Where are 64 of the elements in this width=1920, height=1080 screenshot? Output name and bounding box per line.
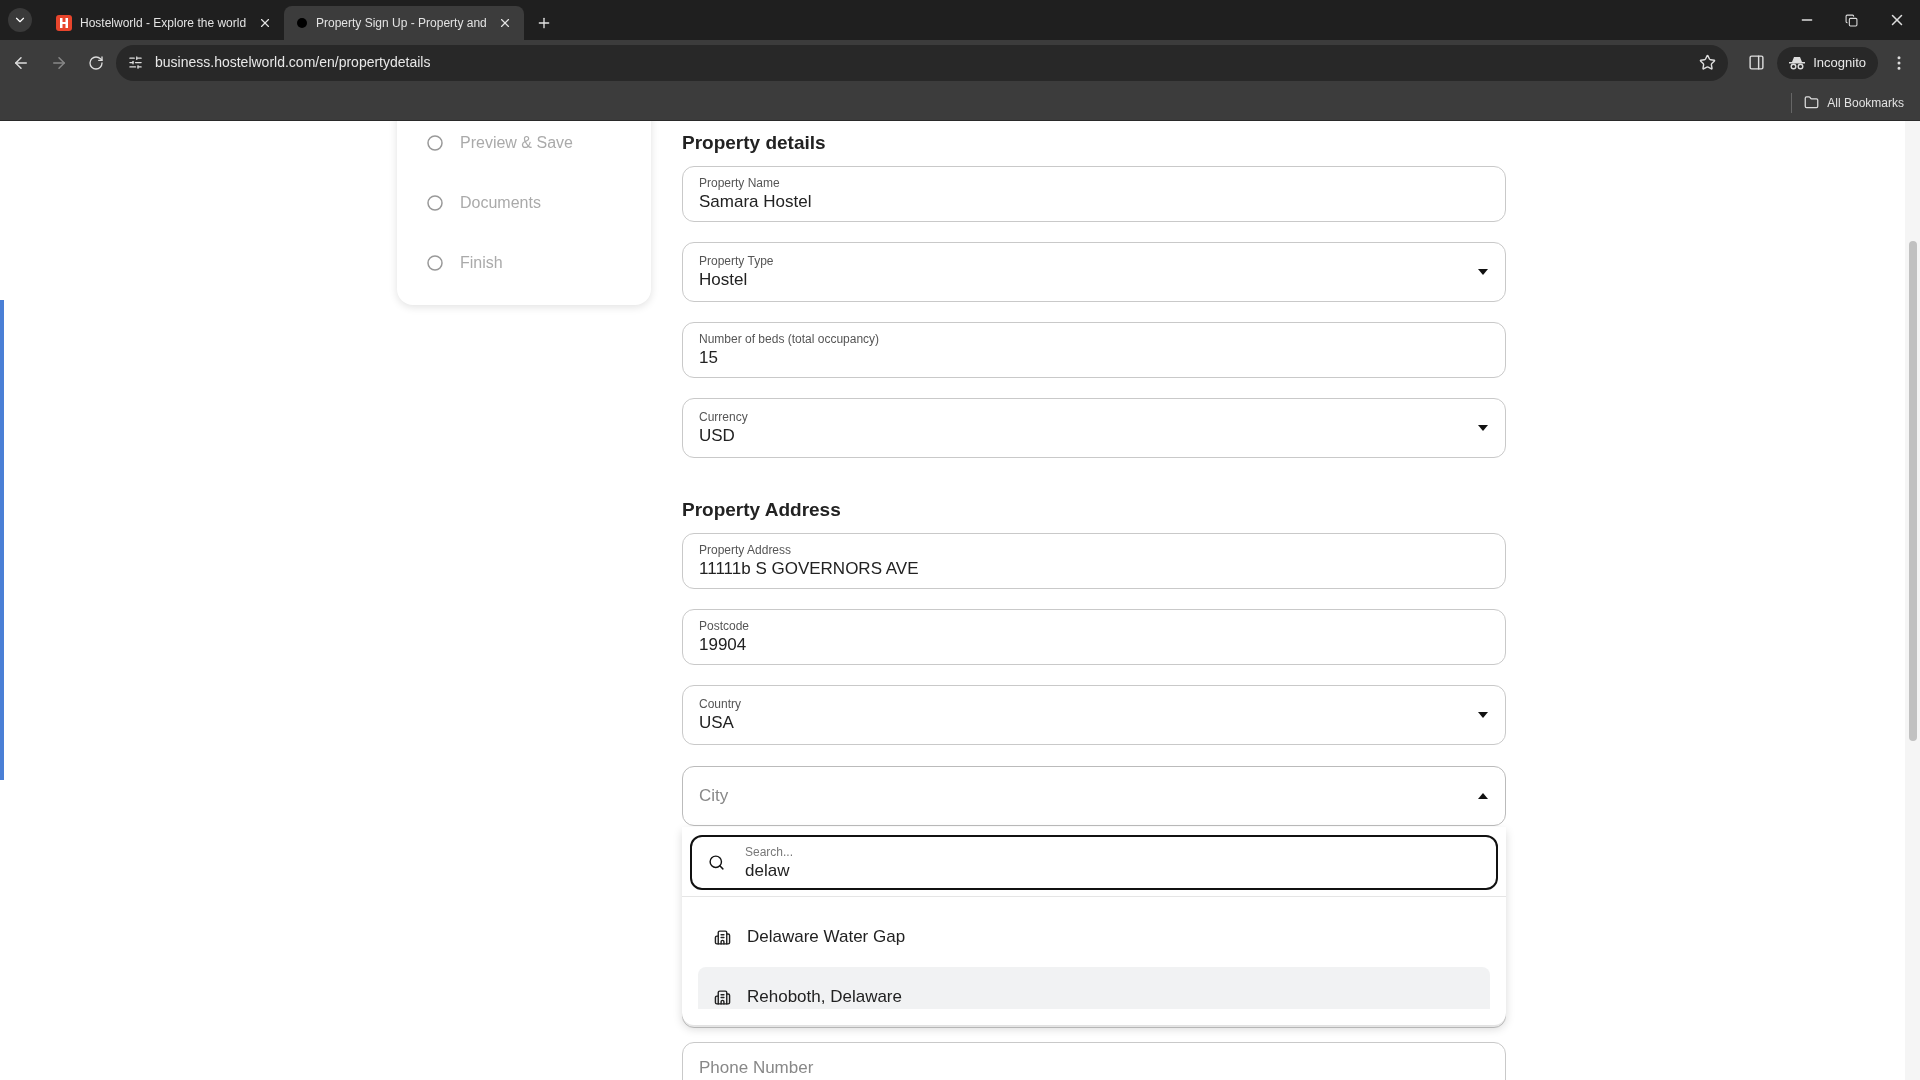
star-icon[interactable] [1699, 54, 1717, 71]
scrollbar-thumb[interactable] [1908, 241, 1917, 741]
field-value: USA [699, 712, 735, 734]
search-icon [708, 854, 725, 871]
search-field[interactable]: Search... delaw [690, 835, 1498, 890]
caret-up-icon [1477, 792, 1489, 800]
input-field[interactable]: Number of beds (total occupancy) 15 [682, 322, 1506, 378]
folder-icon [1804, 95, 1820, 110]
side-panel-icon[interactable] [1748, 54, 1766, 71]
field-label: Country [699, 696, 742, 712]
browser-tab[interactable]: Hostelworld - Explore the world [44, 6, 284, 40]
reload-icon[interactable] [88, 54, 104, 71]
field-label: Property Type [699, 253, 774, 269]
tab-title: Hostelworld - Explore the world [80, 15, 248, 32]
close-icon[interactable] [258, 16, 272, 30]
logo-icon [56, 15, 72, 31]
profile-chip[interactable]: Incognito [1777, 46, 1878, 79]
caret-down-icon [1477, 268, 1489, 276]
field-label: Property Address [699, 542, 793, 558]
select-field[interactable]: Currency USD [682, 398, 1506, 458]
site-settings-icon[interactable] [128, 55, 143, 70]
field-label: Currency [699, 409, 748, 425]
radio-icon [427, 255, 443, 271]
bookmarks-folder[interactable]: All Bookmarks [1804, 93, 1904, 112]
browser-tab[interactable]: Property Sign Up - Property and [284, 6, 524, 40]
field-placeholder: Phone Number [699, 1058, 814, 1077]
incognito-icon [1789, 55, 1806, 70]
field-value: Samara Hostel [699, 191, 812, 213]
profile-label: Incognito [1813, 53, 1866, 72]
url-text: business.hostelworld.com/en/propertydetails [155, 53, 431, 72]
building-icon [714, 928, 731, 946]
address-bar[interactable]: business.hostelworld.com/en/propertydetails [116, 44, 1729, 81]
radio-icon [427, 135, 443, 151]
select-field[interactable]: Country USA [682, 685, 1506, 745]
field-value: USD [699, 425, 736, 447]
field-value: 15 [699, 347, 719, 369]
field-placeholder: City [699, 785, 729, 808]
radio-icon [427, 195, 443, 211]
dropdown-option[interactable]: Rehoboth, Delaware [698, 967, 1490, 1009]
field-label: Number of beds (total occupancy) [699, 331, 880, 347]
field-value: Hostel [699, 269, 749, 291]
caret-down-icon [1477, 424, 1489, 432]
restore-icon[interactable] [1845, 13, 1858, 27]
field-label: Property Name [699, 175, 781, 191]
field-value: delaw [745, 859, 791, 882]
tab-list-button[interactable] [8, 8, 32, 32]
field-value: 19904 [699, 634, 748, 656]
section-heading: Property details [682, 131, 827, 155]
input-field[interactable]: Phone Number [682, 1042, 1506, 1080]
field-label: Search... [745, 843, 794, 860]
section-heading: Property Address [682, 498, 842, 522]
field-label: Postcode [699, 618, 750, 634]
dot-icon [296, 17, 308, 29]
caret-down-icon [1477, 711, 1489, 719]
new-tab-icon[interactable] [536, 15, 552, 31]
select-field[interactable]: Property Type Hostel [682, 242, 1506, 302]
close-icon[interactable] [498, 16, 512, 30]
select-field[interactable]: City [682, 766, 1506, 826]
tab-title: Property Sign Up - Property and [316, 15, 488, 32]
input-field[interactable]: Property Address 11111b S GOVERNORS AVE [682, 533, 1506, 589]
building-icon [714, 988, 731, 1006]
input-field[interactable]: Postcode 19904 [682, 609, 1506, 665]
input-field[interactable]: Property Name Samara Hostel [682, 166, 1506, 222]
field-value: 11111b S GOVERNORS AVE [699, 558, 919, 580]
